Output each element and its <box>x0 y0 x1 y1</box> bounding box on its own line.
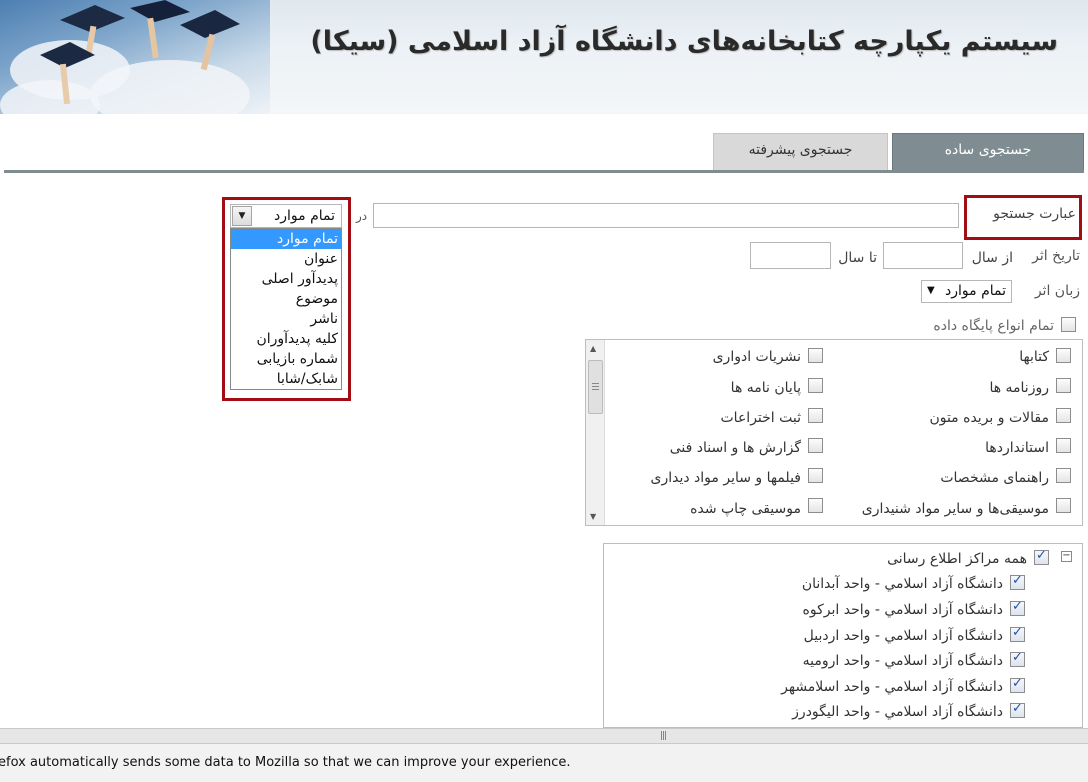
db-type-label: روزنامه ها <box>989 380 1049 396</box>
from-year-label: از سال <box>971 250 1013 266</box>
notification-bar: efox automatically sends some data to Mo… <box>0 744 1088 782</box>
db-type-checkbox[interactable] <box>808 498 823 513</box>
center-label: دانشگاه آزاد اسلامي - واحد اليگودرز <box>792 704 1003 720</box>
to-year-label: تا سال <box>838 250 877 266</box>
search-field-select[interactable]: تمام موارد ▼ <box>230 204 342 228</box>
db-types-scrollbar[interactable]: ▲ ▼ <box>586 340 605 525</box>
header-banner: سیستم یکپارچه کتابخانه‌های دانشگاه آزاد … <box>0 0 1088 114</box>
db-type-checkbox[interactable] <box>1056 498 1071 513</box>
db-type-label: پایان نامه ها <box>730 380 801 396</box>
db-type-checkbox[interactable] <box>808 348 823 363</box>
tab-underline <box>4 170 1084 173</box>
db-type-checkbox[interactable] <box>1056 408 1071 423</box>
db-type-label: فیلمها و سایر مواد دیداری <box>650 470 802 486</box>
search-term-label: عبارت جستجو <box>993 206 1076 222</box>
field-option-all[interactable]: تمام موارد <box>231 229 341 249</box>
db-type-label: موسیقی چاپ شده <box>690 501 801 517</box>
db-type-label: موسیقی‌ها و سایر مواد شنیداری <box>861 501 1049 517</box>
in-label: در <box>356 209 368 223</box>
db-type-checkbox[interactable] <box>1056 468 1071 483</box>
center-checkbox[interactable] <box>1010 625 1025 642</box>
all-centers-label: همه مراکز اطلاع رسانی <box>887 551 1027 567</box>
search-input[interactable] <box>373 203 959 228</box>
notification-text: efox automatically sends some data to Mo… <box>0 755 571 770</box>
db-types-list: ▲ ▼ کتابها روزنامه ها مقالات و بریده متو… <box>585 339 1083 526</box>
search-field-selected: تمام موارد <box>274 208 335 224</box>
resize-grip-icon[interactable]: ||| <box>660 731 667 741</box>
center-checkbox[interactable] <box>1010 573 1025 590</box>
db-type-checkbox[interactable] <box>1056 378 1071 393</box>
center-checkbox[interactable] <box>1010 676 1025 693</box>
language-select[interactable]: تمام موارد ▼ <box>921 280 1012 303</box>
all-centers-checkbox[interactable] <box>1034 548 1049 565</box>
chevron-down-icon: ▼ <box>927 285 935 296</box>
db-type-label: راهنمای مشخصات <box>940 470 1049 486</box>
all-db-types-label: تمام انواع پایگاه داده <box>933 318 1054 334</box>
tab-simple-search[interactable]: جستجوی ساده <box>892 133 1084 171</box>
db-type-checkbox[interactable] <box>1056 438 1071 453</box>
from-year-input[interactable] <box>883 242 963 269</box>
field-option-call-number[interactable]: شماره بازیابی <box>231 349 341 369</box>
center-checkbox[interactable] <box>1010 650 1025 667</box>
banner-sky-image <box>0 0 270 114</box>
scroll-up-icon[interactable]: ▲ <box>590 344 596 353</box>
centers-tree: همه مراکز اطلاع رسانی دانشگاه آزاد اسلام… <box>603 543 1083 728</box>
language-selected: تمام موارد <box>945 283 1006 299</box>
db-type-label: گزارش ها و اسناد فنی <box>669 440 801 456</box>
tab-advanced-search[interactable]: جستجوی پیشرفته <box>713 133 888 171</box>
panel-resize-bar[interactable]: ||| <box>0 728 1088 744</box>
db-type-label: استانداردها <box>985 440 1049 456</box>
center-checkbox[interactable] <box>1010 599 1025 616</box>
center-checkbox[interactable] <box>1010 701 1025 718</box>
language-label: زبان اثر <box>1034 283 1080 299</box>
db-type-label: ثبت اختراعات <box>720 410 802 426</box>
field-option-all-authors[interactable]: کلیه پدیدآوران <box>231 329 341 349</box>
center-label: دانشگاه آزاد اسلامي - واحد اسلامشهر <box>781 679 1003 695</box>
db-type-checkbox[interactable] <box>1056 348 1071 363</box>
graduation-caps-icon <box>40 0 240 105</box>
db-type-label: کتابها <box>1019 349 1049 365</box>
center-label: دانشگاه آزاد اسلامي - واحد آبدانان <box>801 576 1003 592</box>
collapse-tree-icon[interactable]: − <box>1061 551 1072 562</box>
date-label: تاریخ اثر <box>1032 248 1080 264</box>
db-type-checkbox[interactable] <box>808 378 823 393</box>
field-option-subject[interactable]: موضوع <box>231 289 341 309</box>
all-db-types-checkbox[interactable] <box>1061 317 1076 332</box>
db-type-checkbox[interactable] <box>808 468 823 483</box>
db-type-label: مقالات و بریده متون <box>929 410 1049 426</box>
db-type-label: نشریات ادواری <box>712 349 801 365</box>
center-label: دانشگاه آزاد اسلامي - واحد ابركوه <box>802 602 1003 618</box>
db-type-checkbox[interactable] <box>808 408 823 423</box>
to-year-input[interactable] <box>750 242 831 269</box>
system-title: سیستم یکپارچه کتابخانه‌های دانشگاه آزاد … <box>310 26 1058 57</box>
scroll-down-icon[interactable]: ▼ <box>590 512 596 521</box>
field-option-main-author[interactable]: پدیدآور اصلی <box>231 269 341 289</box>
search-field-dropdown-list: تمام موارد عنوان پدیدآور اصلی موضوع ناشر… <box>230 228 342 390</box>
scrollbar-thumb[interactable] <box>588 360 603 414</box>
field-option-isbn-issn[interactable]: شابک/شابا <box>231 369 341 389</box>
chevron-down-icon[interactable]: ▼ <box>232 206 252 226</box>
field-option-publisher[interactable]: ناشر <box>231 309 341 329</box>
db-type-checkbox[interactable] <box>808 438 823 453</box>
field-option-title[interactable]: عنوان <box>231 249 341 269</box>
center-label: دانشگاه آزاد اسلامي - واحد اروميه <box>802 653 1003 669</box>
center-label: دانشگاه آزاد اسلامي - واحد اردبيل <box>803 628 1003 644</box>
